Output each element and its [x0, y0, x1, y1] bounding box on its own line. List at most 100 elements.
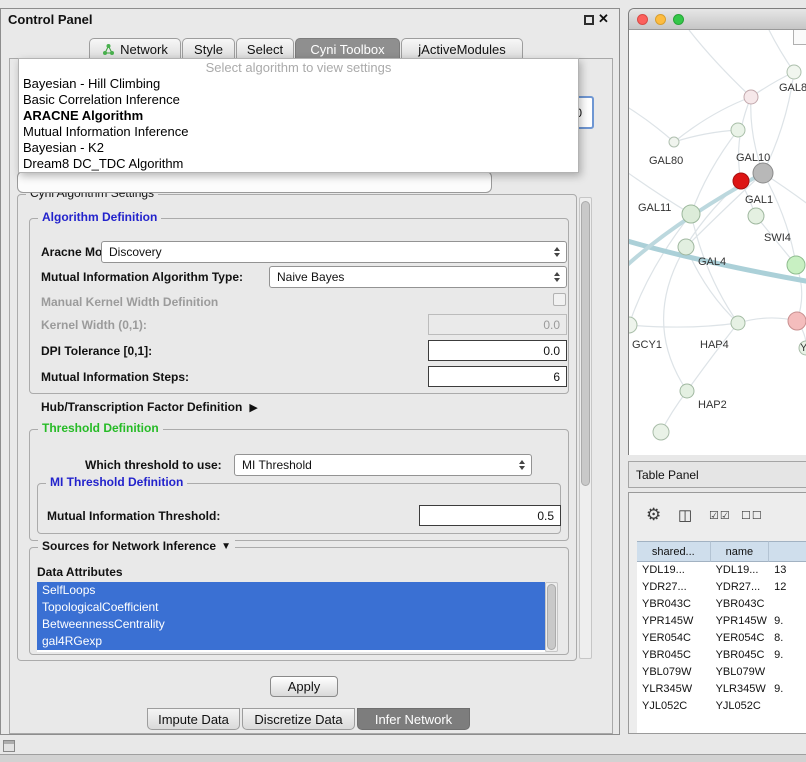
table-cell[interactable]: YDL19... [711, 562, 770, 579]
list-scrollbar-thumb[interactable] [547, 584, 556, 650]
network-scroll-corner[interactable] [793, 30, 806, 45]
table-cell[interactable] [769, 664, 806, 681]
tab-cyni-toolbox[interactable]: Cyni Toolbox [295, 38, 400, 59]
attribute-item[interactable]: SelfLoops [37, 582, 545, 599]
table-cell[interactable]: 9. [769, 681, 806, 698]
table-cell[interactable]: YBR045C [637, 647, 711, 664]
which-threshold-combo[interactable]: MI Threshold [234, 454, 532, 476]
table-cell[interactable]: 12 [769, 579, 806, 596]
network-node[interactable] [731, 123, 745, 137]
gear-icon[interactable]: ⚙ [646, 505, 661, 525]
settings-scrollbar[interactable] [579, 197, 592, 659]
float-window-icon[interactable] [584, 15, 594, 25]
close-traffic-light[interactable] [637, 14, 648, 25]
table-row[interactable]: YDL19...YDL19...13 [637, 562, 806, 579]
table-cell[interactable]: YLR345W [637, 681, 711, 698]
table-cell[interactable] [769, 596, 806, 613]
dpi-tolerance-field[interactable]: 0.0 [428, 340, 567, 361]
deselect-all-icon[interactable]: ☐☐ [741, 509, 763, 522]
control-panel-titlebar[interactable]: Control Panel ✕ [1, 9, 619, 31]
attribute-item[interactable]: TopologicalCoefficient [37, 599, 545, 616]
aracne-mode-combo[interactable]: Discovery [101, 241, 567, 263]
mi-type-combo[interactable]: Naive Bayes [269, 266, 567, 288]
network-node[interactable] [788, 312, 806, 330]
table-cell[interactable]: 13 [769, 562, 806, 579]
hub-definition-toggle[interactable]: Hub/Transcription Factor Definition ▶ [41, 400, 258, 414]
network-node[interactable] [787, 256, 805, 274]
table-row[interactable]: YLR345WYLR345W9. [637, 681, 806, 698]
table-cell[interactable]: YBL079W [711, 664, 770, 681]
minimize-traffic-light[interactable] [655, 14, 666, 25]
apply-button[interactable]: Apply [270, 676, 338, 697]
table-cell[interactable]: YBR045C [711, 647, 770, 664]
table-panel-titlebar[interactable]: Table Panel [628, 461, 806, 488]
close-window-icon[interactable]: ✕ [598, 11, 609, 27]
table-cell[interactable]: YBL079W [637, 664, 711, 681]
table-cell[interactable]: YDR27... [637, 579, 711, 596]
attribute-item[interactable]: gal4RGexp [37, 633, 545, 650]
table-cell[interactable]: 8. [769, 630, 806, 647]
table-row[interactable]: YDR27...YDR27...12 [637, 579, 806, 596]
algorithm-option[interactable]: Mutual Information Inference [19, 124, 578, 140]
table-cell[interactable]: YJL052C [637, 698, 711, 715]
table-row[interactable]: YER054CYER054C8. [637, 630, 806, 647]
sources-group-toggle[interactable]: Sources for Network Inference ▼ [38, 539, 235, 553]
network-node[interactable] [678, 239, 694, 255]
network-node[interactable] [669, 137, 679, 147]
tab-discretize-data[interactable]: Discretize Data [242, 708, 355, 730]
table-cell[interactable]: YPR145W [711, 613, 770, 630]
select-all-icon[interactable]: ☑☑ [709, 509, 731, 522]
table-cell[interactable]: YBR043C [711, 596, 770, 613]
network-node[interactable] [682, 205, 700, 223]
table-cell[interactable]: YER054C [711, 630, 770, 647]
mi-threshold-field[interactable]: 0.5 [419, 505, 561, 526]
network-svg[interactable]: GAL8GAL80GAL10GAL11GAL1SWI4GAL4GCY1HAP4H… [629, 30, 806, 455]
list-scrollbar[interactable] [545, 582, 558, 652]
table-cell[interactable]: YDR27... [711, 579, 770, 596]
table-cell[interactable]: 9. [769, 647, 806, 664]
table-row[interactable]: YJL052CYJL052C [637, 698, 806, 715]
table-row[interactable]: YPR145WYPR145W9. [637, 613, 806, 630]
network-node[interactable] [787, 65, 801, 79]
network-node[interactable] [629, 317, 637, 333]
table-cell[interactable]: YJL052C [711, 698, 770, 715]
columns-icon[interactable]: ◫ [678, 506, 692, 524]
docked-panel-icon[interactable] [3, 740, 15, 752]
algorithm-combo-partial[interactable] [17, 171, 492, 193]
table-row[interactable]: YBR045CYBR045C9. [637, 647, 806, 664]
network-node[interactable] [753, 163, 773, 183]
network-node[interactable] [653, 424, 669, 440]
column-header[interactable]: name [711, 541, 770, 562]
network-canvas[interactable]: GAL8GAL80GAL10GAL11GAL1SWI4GAL4GCY1HAP4H… [629, 30, 806, 455]
algorithm-option[interactable]: ARACNE Algorithm [19, 108, 578, 124]
mi-steps-field[interactable]: 6 [428, 366, 567, 387]
tab-jactivemodules[interactable]: jActiveModules [401, 38, 523, 59]
table-cell[interactable] [769, 698, 806, 715]
table-cell[interactable]: YPR145W [637, 613, 711, 630]
algorithm-option[interactable]: Dream8 DC_TDC Algorithm [19, 156, 578, 172]
table-cell[interactable]: YLR345W [711, 681, 770, 698]
data-attributes-list[interactable]: SelfLoopsTopologicalCoefficientBetweenne… [37, 582, 545, 652]
column-header[interactable] [769, 541, 806, 562]
network-node[interactable] [744, 90, 758, 104]
network-node[interactable] [680, 384, 694, 398]
network-window-titlebar[interactable] [629, 9, 806, 30]
tab-network[interactable]: Network [89, 38, 181, 59]
network-node[interactable] [748, 208, 764, 224]
network-node[interactable] [733, 173, 749, 189]
table-row[interactable]: YBL079WYBL079W [637, 664, 806, 681]
algorithm-option[interactable]: Bayesian - Hill Climbing [19, 76, 578, 92]
column-header[interactable]: shared... [637, 541, 711, 562]
table-cell[interactable]: YDL19... [637, 562, 711, 579]
network-node[interactable] [731, 316, 745, 330]
tab-select[interactable]: Select [236, 38, 294, 59]
algorithm-option[interactable]: Bayesian - K2 [19, 140, 578, 156]
table-cell[interactable]: YER054C [637, 630, 711, 647]
settings-scrollbar-thumb[interactable] [581, 201, 590, 486]
tab-style[interactable]: Style [182, 38, 235, 59]
zoom-traffic-light[interactable] [673, 14, 684, 25]
table-cell[interactable]: 9. [769, 613, 806, 630]
algorithm-option[interactable]: Basic Correlation Inference [19, 92, 578, 108]
tab-infer-network[interactable]: Infer Network [357, 708, 470, 730]
attribute-item[interactable]: BetweennessCentrality [37, 616, 545, 633]
